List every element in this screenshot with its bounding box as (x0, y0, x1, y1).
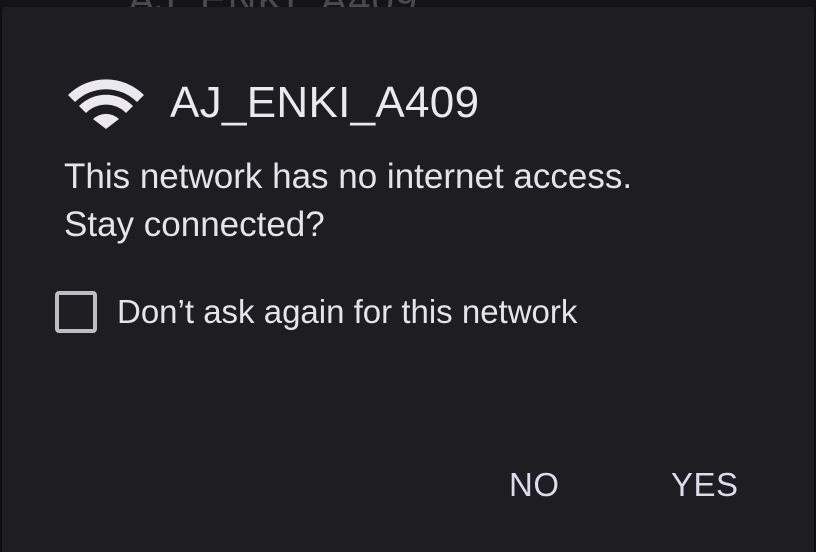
dont-ask-again-checkbox[interactable] (55, 291, 97, 333)
yes-button[interactable]: YES (661, 455, 749, 515)
dialog-message: This network has no internet access. Sta… (64, 153, 784, 249)
dialog-actions: NO YES (2, 455, 814, 515)
wifi-icon (66, 73, 146, 133)
message-line-1: This network has no internet access. (64, 157, 633, 196)
dont-ask-again-label[interactable]: Don’t ask again for this network (117, 293, 577, 331)
message-line-2: Stay connected? (64, 205, 325, 244)
network-dialog: AJ_ENKI_A409 This network has no interne… (2, 7, 814, 552)
no-button[interactable]: NO (499, 455, 570, 515)
dont-ask-again-option[interactable]: Don’t ask again for this network (55, 291, 577, 333)
dialog-header: AJ_ENKI_A409 (66, 71, 479, 135)
dialog-title: AJ_ENKI_A409 (170, 78, 480, 127)
